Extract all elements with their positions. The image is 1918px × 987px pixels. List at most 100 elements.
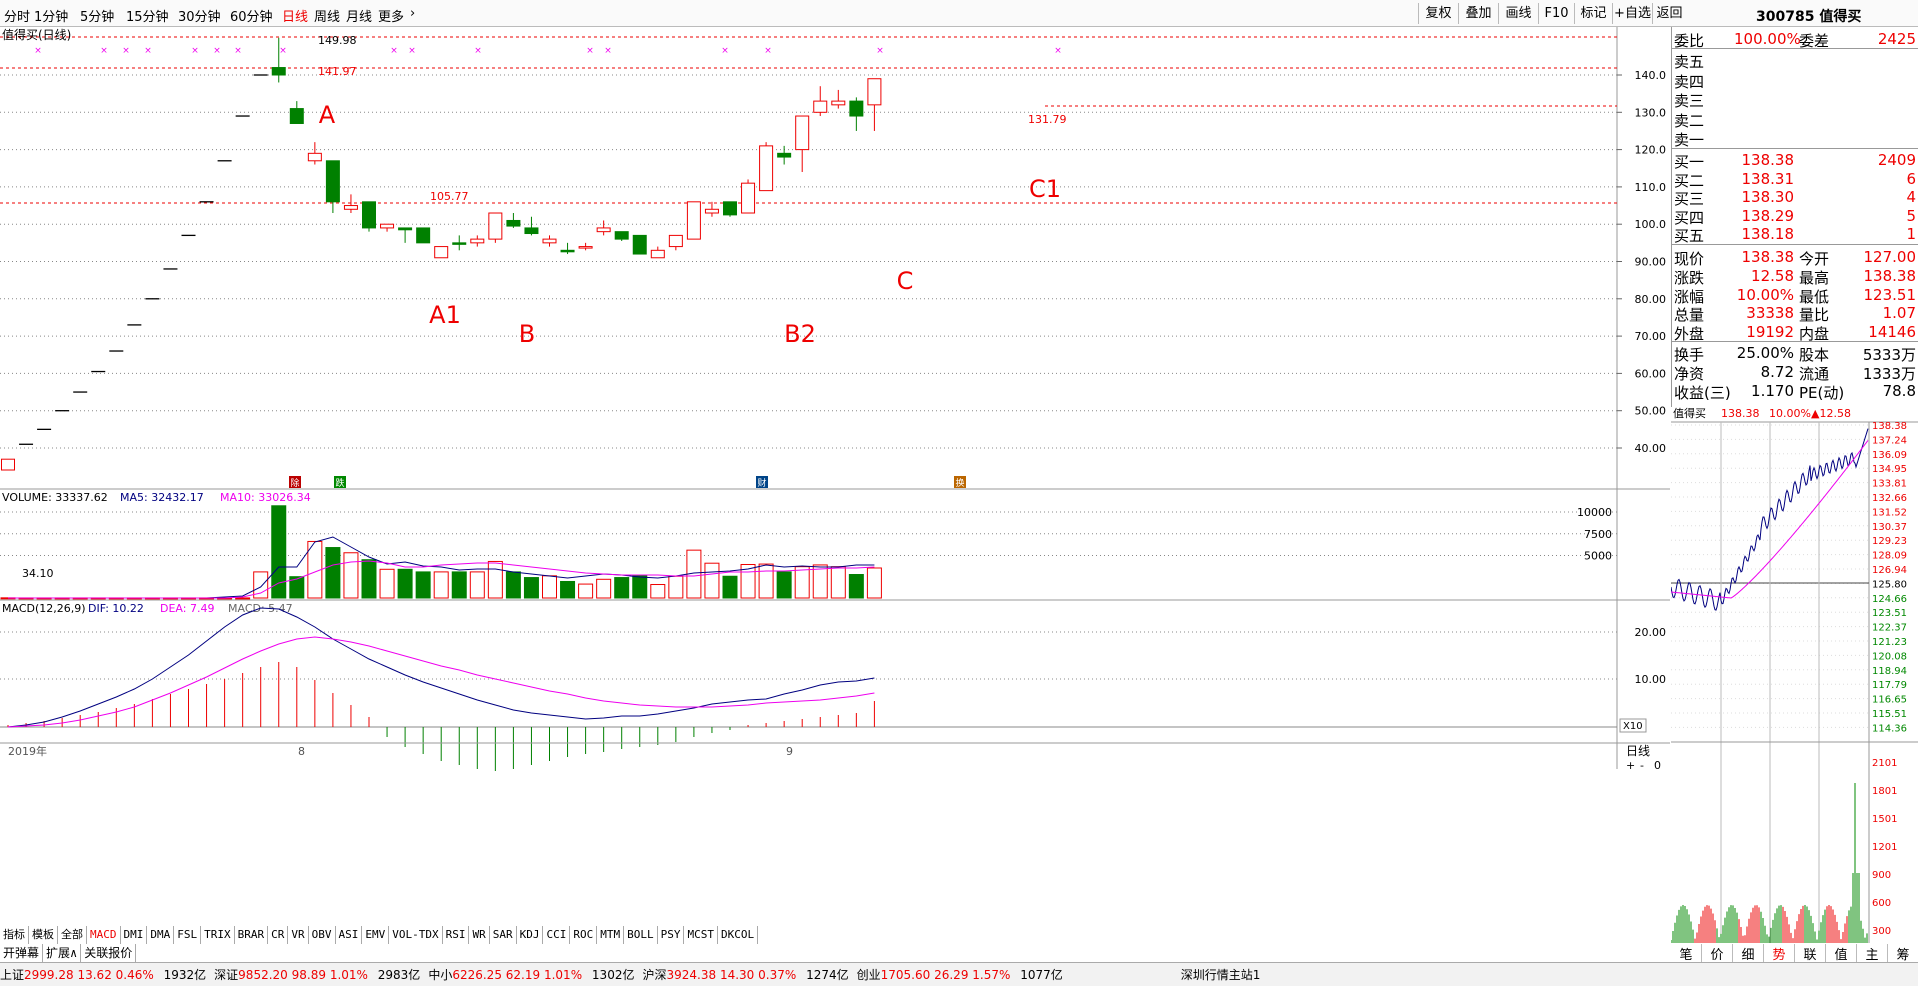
mini-vol-tick: 1201: [1872, 842, 1897, 853]
indicator-tab-asi[interactable]: ASI: [336, 926, 363, 944]
candle: [560, 242, 575, 255]
index-quote[interactable]: 沪深3924.38 14.30 0.37% 1274亿: [642, 968, 848, 982]
mini-tab-1[interactable]: 价: [1702, 944, 1733, 963]
tab-fenshi[interactable]: 分时: [4, 6, 30, 25]
indicator-tab-模板[interactable]: 模板: [29, 926, 58, 944]
mini-vol-tick: 600: [1872, 898, 1891, 909]
indicator-tab-wr[interactable]: WR: [469, 926, 490, 944]
price-tick: 80.00: [1635, 293, 1667, 306]
tab-5min[interactable]: 5分钟: [80, 6, 114, 25]
mini-price-tick: 129.23: [1872, 536, 1907, 547]
indicator-tab-emv[interactable]: EMV: [362, 926, 390, 944]
danmu-button[interactable]: 开弹幕: [0, 944, 44, 962]
tab-30min[interactable]: 30分钟: [178, 6, 221, 25]
candle: [271, 37, 286, 83]
indicator-tab-macd[interactable]: MACD: [87, 926, 121, 944]
volume-tick: 10000: [1577, 506, 1612, 519]
indicator-tab-dmi[interactable]: DMI: [121, 926, 148, 944]
mini-price: 138.38: [1721, 407, 1760, 420]
zoom-control[interactable]: -: [1640, 759, 1644, 772]
tab-weekly[interactable]: 周线: [314, 6, 340, 25]
ma10-legend: MA10: 33026.34: [220, 491, 311, 504]
signal-mark: ×: [234, 46, 242, 56]
more-arrow-icon[interactable]: ›: [410, 6, 415, 21]
mini-tab-3[interactable]: 势: [1764, 944, 1795, 963]
signal-mark: ×: [279, 46, 287, 56]
volume-bar: [866, 567, 882, 599]
related-quote-button[interactable]: 关联报价: [81, 944, 137, 962]
indicator-tab-指标[interactable]: 指标: [0, 926, 29, 944]
annotation-a: A: [319, 101, 336, 129]
back-button[interactable]: 返回: [1652, 3, 1686, 24]
signal-mark: ×: [390, 46, 398, 56]
indicator-tab-rsi[interactable]: RSI: [443, 926, 470, 944]
indicator-tab-cci[interactable]: CCI: [543, 926, 571, 944]
indicator-tab-roc[interactable]: ROC: [570, 926, 598, 944]
tab-monthly[interactable]: 月线: [346, 6, 372, 25]
signal-mark: ×: [604, 46, 612, 56]
mini-tab-0[interactable]: 笔: [1671, 944, 1702, 963]
indicator-tab-dma[interactable]: DMA: [147, 926, 175, 944]
indicator-tab-brar[interactable]: BRAR: [235, 926, 269, 944]
mini-price-tick: 123.51: [1872, 608, 1907, 619]
tab-1min[interactable]: 1分钟: [34, 6, 68, 25]
indicator-tab-sar[interactable]: SAR: [490, 926, 517, 944]
mini-tab-6[interactable]: 主: [1857, 944, 1888, 963]
mini-tab-5[interactable]: 值: [1826, 944, 1857, 963]
tab-more[interactable]: 更多: [378, 6, 404, 25]
annotation-c: C: [897, 267, 914, 295]
candle: [686, 201, 701, 240]
mini-tab-4[interactable]: 联: [1795, 944, 1826, 963]
mark-button[interactable]: 标记: [1574, 3, 1612, 24]
stat-row: 换手 25.00% 股本 5333万: [1674, 344, 1916, 364]
indicator-tab-mtm[interactable]: MTM: [597, 926, 625, 944]
f10-button[interactable]: F10: [1538, 3, 1574, 24]
add-watchlist-button[interactable]: +自选: [1612, 3, 1652, 24]
zoom-control[interactable]: +: [1626, 759, 1635, 772]
indicator-tab-obv[interactable]: OBV: [309, 926, 336, 944]
volume-bar: [361, 559, 377, 599]
index-quote[interactable]: 中小6226.25 62.19 1.01% 1302亿: [428, 968, 634, 982]
indicator-tab-kdj[interactable]: KDJ: [517, 926, 544, 944]
mini-tab-2[interactable]: 细: [1733, 944, 1764, 963]
draw-line-button[interactable]: 画线: [1498, 3, 1538, 24]
fuquan-button[interactable]: 复权: [1418, 3, 1458, 24]
volume-bar: [668, 575, 684, 599]
overlay-button[interactable]: 叠加: [1458, 3, 1498, 24]
signal-mark: ×: [764, 46, 772, 56]
indicator-tab-trix[interactable]: TRIX: [201, 926, 235, 944]
zoom-control[interactable]: 0: [1654, 759, 1661, 772]
indicator-tab-dkcol[interactable]: DKCOL: [718, 926, 759, 944]
candle: [470, 235, 485, 247]
indicator-tab-mcst[interactable]: MCST: [684, 926, 718, 944]
annotation-b2: B2: [784, 320, 816, 348]
index-quote[interactable]: 上证2999.28 13.62 0.46% 1932亿: [0, 968, 206, 982]
expand-button[interactable]: 扩展∧: [43, 944, 82, 962]
indicator-tab-boll[interactable]: BOLL: [624, 926, 658, 944]
index-quote[interactable]: 创业1705.60 26.29 1.57% 1077亿: [857, 968, 1063, 982]
tab-60min[interactable]: 60分钟: [230, 6, 273, 25]
indicator-tab-psy[interactable]: PSY: [658, 926, 685, 944]
kline-chart[interactable]: 值得买(日线) 140.0130.0120.0110.0100.090.0080…: [0, 27, 1670, 918]
indicator-tab-cr[interactable]: CR: [268, 926, 289, 944]
mini-tab-7[interactable]: 筹: [1888, 944, 1918, 963]
indicator-tab-vol-tdx[interactable]: VOL-TDX: [389, 926, 443, 944]
indicator-tab-vr[interactable]: VR: [288, 926, 309, 944]
volume-tick: 5000: [1584, 550, 1612, 563]
tab-daily[interactable]: 日线: [282, 6, 308, 25]
indicator-tab-全部[interactable]: 全部: [58, 926, 87, 944]
tab-15min[interactable]: 15分钟: [126, 6, 169, 25]
index-quote[interactable]: 深证9852.20 98.89 1.01% 2983亿: [214, 968, 420, 982]
candle: [759, 142, 774, 192]
candle: [668, 234, 683, 251]
weibi-row: 委比 100.00% 委差 2425: [1674, 30, 1916, 50]
mini-price-tick: 115.51: [1872, 709, 1907, 720]
intraday-mini-chart[interactable]: 值得买 138.38 10.00% ▲12.58 138.38 137.24 136.09 1…: [1671, 407, 1918, 944]
volume-bar: [794, 566, 810, 599]
mini-price-tick: 136.09: [1872, 450, 1907, 461]
stat-row: 涨幅 10.00% 最低 123.51: [1674, 285, 1916, 306]
indicator-tab-fsl[interactable]: FSL: [174, 926, 202, 944]
ma5-legend: MA5: 32432.17: [120, 491, 204, 504]
mini-price-tick: 131.52: [1872, 507, 1907, 518]
price-tick: 130.0: [1635, 106, 1667, 119]
